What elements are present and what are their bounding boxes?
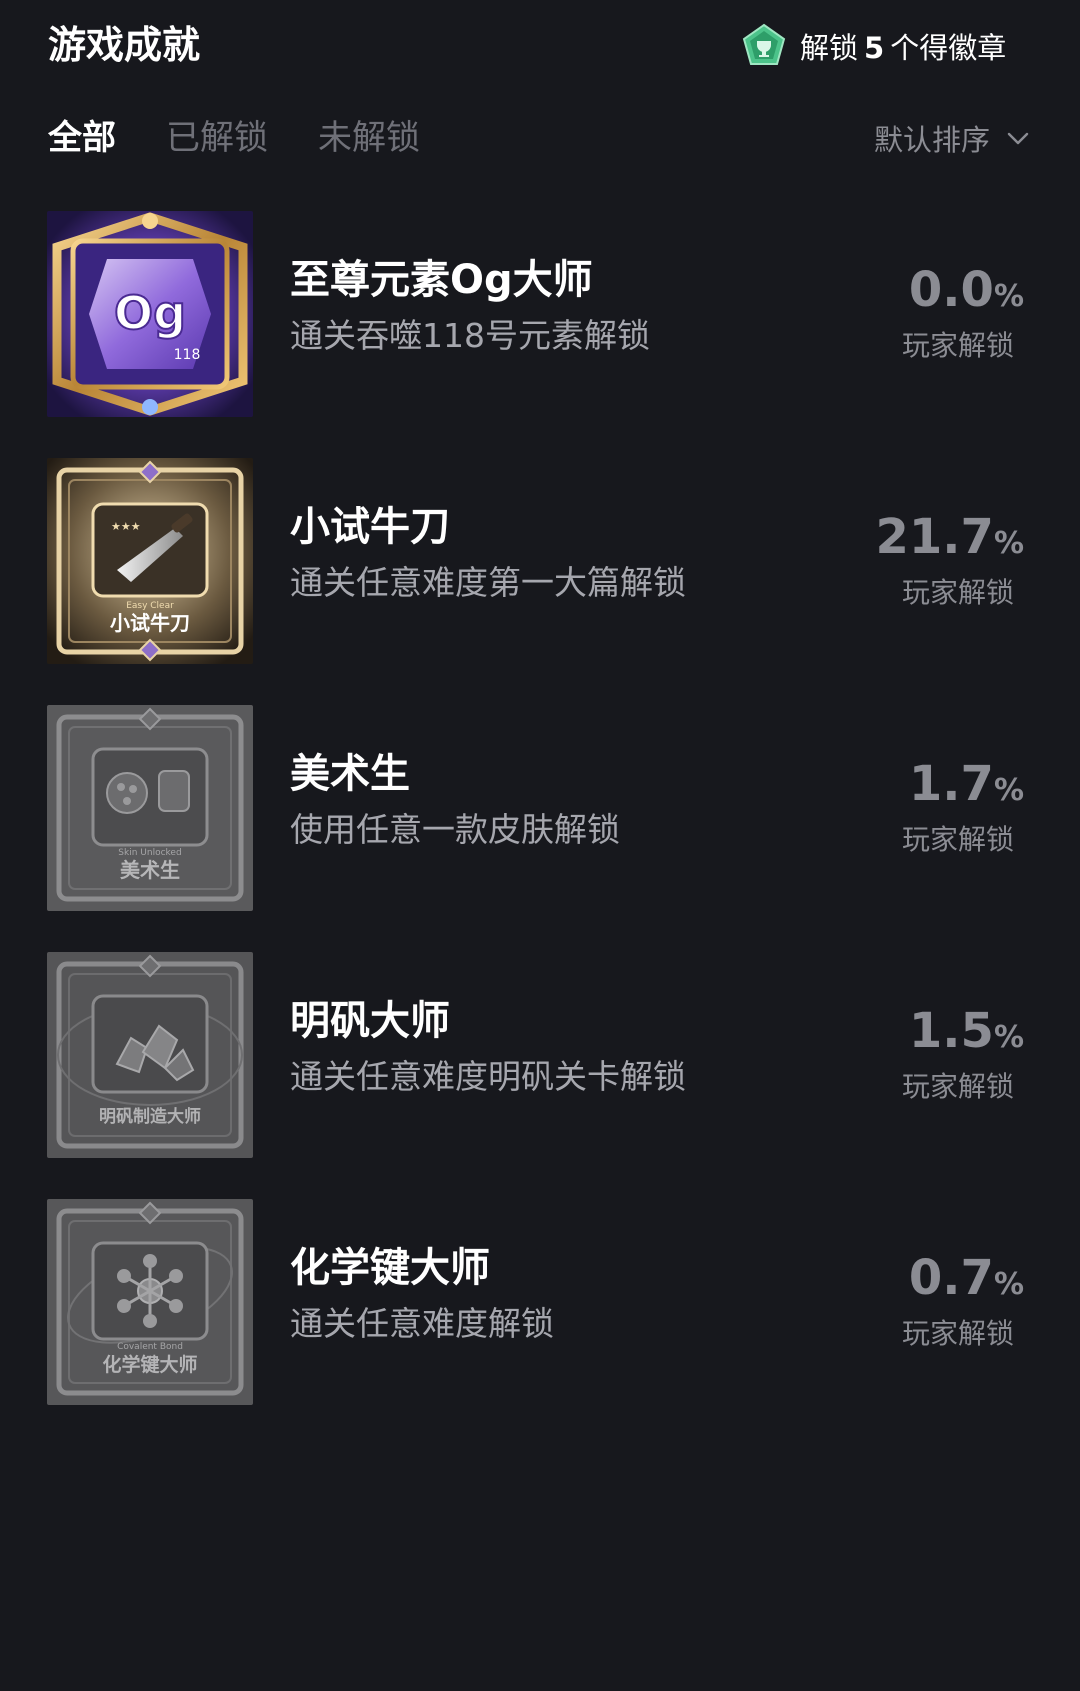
achievement-description: 使用任意一款皮肤解锁 — [290, 810, 620, 849]
badge-promo-suffix: 个得徽章 — [890, 31, 1007, 65]
achievement-stat: 0.7% 玩家解锁 — [804, 1250, 1024, 1353]
achievement-description: 通关吞噬118号元素解锁 — [290, 316, 650, 355]
stat-label: 玩家解锁 — [901, 1317, 1014, 1350]
badge-promo[interactable]: 解锁 5 个得徽章 — [740, 20, 1006, 72]
stat-percent-sign: % — [993, 279, 1024, 314]
svg-text:★★★: ★★★ — [111, 520, 141, 533]
stat-percent: 1.5 — [908, 1003, 994, 1059]
achievement-title: 明矾大师 — [290, 998, 450, 1044]
stat-label: 玩家解锁 — [901, 1070, 1014, 1103]
sort-label: 默认排序 — [874, 123, 991, 157]
svg-text:化学键大师: 化学键大师 — [102, 1353, 197, 1376]
achievement-stat: 1.7% 玩家解锁 — [804, 756, 1024, 859]
achievement-badge: 明矾制造大师 — [47, 952, 253, 1158]
stat-percent-sign: % — [993, 1020, 1024, 1055]
svg-text:118: 118 — [174, 347, 201, 363]
stat-label: 玩家解锁 — [901, 329, 1014, 362]
knife-badge-icon: ★★★ Easy Clear 小试牛刀 — [47, 458, 253, 664]
achievement-stat: 0.0% 玩家解锁 — [804, 262, 1024, 365]
stat-percent: 0.7 — [908, 1250, 994, 1306]
crystal-badge-icon: 明矾制造大师 — [47, 952, 253, 1158]
palette-badge-icon: Skin Unlocked 美术生 — [47, 705, 253, 911]
stat-percent-sign: % — [993, 526, 1024, 561]
svg-text:小试牛刀: 小试牛刀 — [110, 611, 190, 635]
tab-unlocked[interactable]: 已解锁 — [166, 112, 268, 164]
sort-dropdown[interactable]: 默认排序 — [874, 112, 1032, 164]
molecule-badge-icon: Covalent Bond 化学键大师 — [47, 1199, 253, 1405]
achievement-badge: Covalent Bond 化学键大师 — [47, 1199, 253, 1405]
achievement-stat: 21.7% 玩家解锁 — [804, 509, 1025, 612]
filter-tabs: 全部 已解锁 未解锁 — [48, 112, 470, 164]
header: 游戏成就 解锁 5 个得徽章 — [0, 0, 1080, 92]
achievement-badge: Og 118 — [47, 211, 253, 417]
achievement-title: 小试牛刀 — [290, 504, 450, 550]
achievement-description: 通关任意难度明矾关卡解锁 — [290, 1057, 686, 1096]
svg-text:美术生: 美术生 — [120, 858, 180, 882]
tab-locked[interactable]: 未解锁 — [318, 112, 420, 164]
stat-percent: 21.7 — [875, 509, 994, 565]
stat-percent-sign: % — [993, 1267, 1024, 1302]
stat-percent: 1.7 — [908, 756, 994, 812]
svg-text:明矾制造大师: 明矾制造大师 — [99, 1106, 201, 1127]
svg-text:Easy Clear: Easy Clear — [126, 601, 174, 611]
tab-all[interactable]: 全部 — [48, 112, 116, 164]
stat-percent: 0.0 — [908, 262, 994, 318]
achievement-stat: 1.5% 玩家解锁 — [804, 1003, 1024, 1106]
badge-promo-prefix: 解锁 — [800, 31, 859, 65]
svg-text:Covalent Bond: Covalent Bond — [117, 1342, 183, 1352]
achievement-title: 化学键大师 — [290, 1245, 490, 1291]
stat-percent-sign: % — [993, 773, 1024, 808]
achievement-row[interactable]: Skin Unlocked 美术生 美术生 使用任意一款皮肤解锁 1.7% 玩家… — [0, 704, 1080, 951]
chevron-down-icon — [1007, 132, 1029, 145]
achievement-badge: ★★★ Easy Clear 小试牛刀 — [47, 458, 253, 664]
stat-label: 玩家解锁 — [901, 576, 1014, 609]
achievement-row[interactable]: Covalent Bond 化学键大师 化学键大师 通关任意难度解锁 0.7% … — [0, 1198, 1080, 1445]
badge-pentagon-icon — [742, 23, 786, 65]
svg-text:Og: Og — [114, 286, 186, 340]
svg-text:Skin Unlocked: Skin Unlocked — [118, 848, 181, 858]
badge-promo-count: 5 — [864, 31, 885, 65]
achievement-row[interactable]: Og 118 至尊元素Og大师 通关吞噬118号元素解锁 0.0% 玩家解锁 — [0, 210, 1080, 457]
element-og-badge-icon: Og 118 — [47, 211, 253, 417]
achievement-badge: Skin Unlocked 美术生 — [47, 705, 253, 911]
achievement-title: 至尊元素Og大师 — [290, 257, 593, 303]
achievement-description: 通关任意难度解锁 — [290, 1304, 554, 1343]
achievement-list: Og 118 至尊元素Og大师 通关吞噬118号元素解锁 0.0% 玩家解锁 ★… — [0, 210, 1080, 1445]
page-title: 游戏成就 — [48, 23, 201, 67]
stat-label: 玩家解锁 — [901, 823, 1014, 856]
achievement-description: 通关任意难度第一大篇解锁 — [290, 563, 686, 602]
achievement-row[interactable]: ★★★ Easy Clear 小试牛刀 小试牛刀 通关任意难度第一大篇解锁 21… — [0, 457, 1080, 704]
achievement-row[interactable]: 明矾制造大师 明矾大师 通关任意难度明矾关卡解锁 1.5% 玩家解锁 — [0, 951, 1080, 1198]
achievement-title: 美术生 — [290, 751, 410, 797]
